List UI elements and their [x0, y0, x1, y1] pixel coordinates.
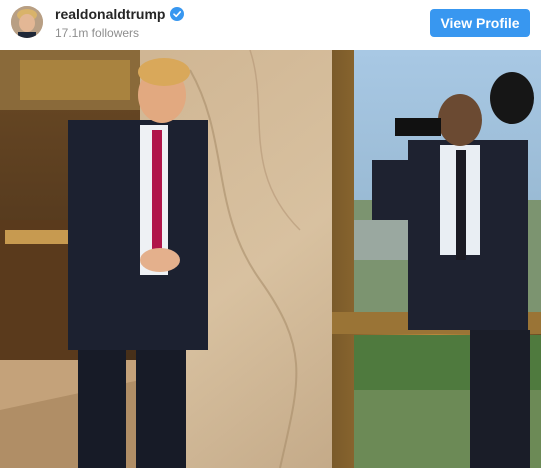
username-row: realdonaldtrump	[55, 6, 185, 22]
username[interactable]: realdonaldtrump	[55, 6, 165, 22]
verified-badge-icon	[170, 7, 185, 21]
view-profile-button[interactable]: View Profile	[430, 9, 530, 37]
post-photo[interactable]	[0, 50, 541, 468]
follower-count: 17.1m followers	[55, 26, 140, 40]
avatar[interactable]	[11, 6, 43, 38]
post-header: realdonaldtrump 17.1m followers View Pro…	[0, 0, 541, 50]
